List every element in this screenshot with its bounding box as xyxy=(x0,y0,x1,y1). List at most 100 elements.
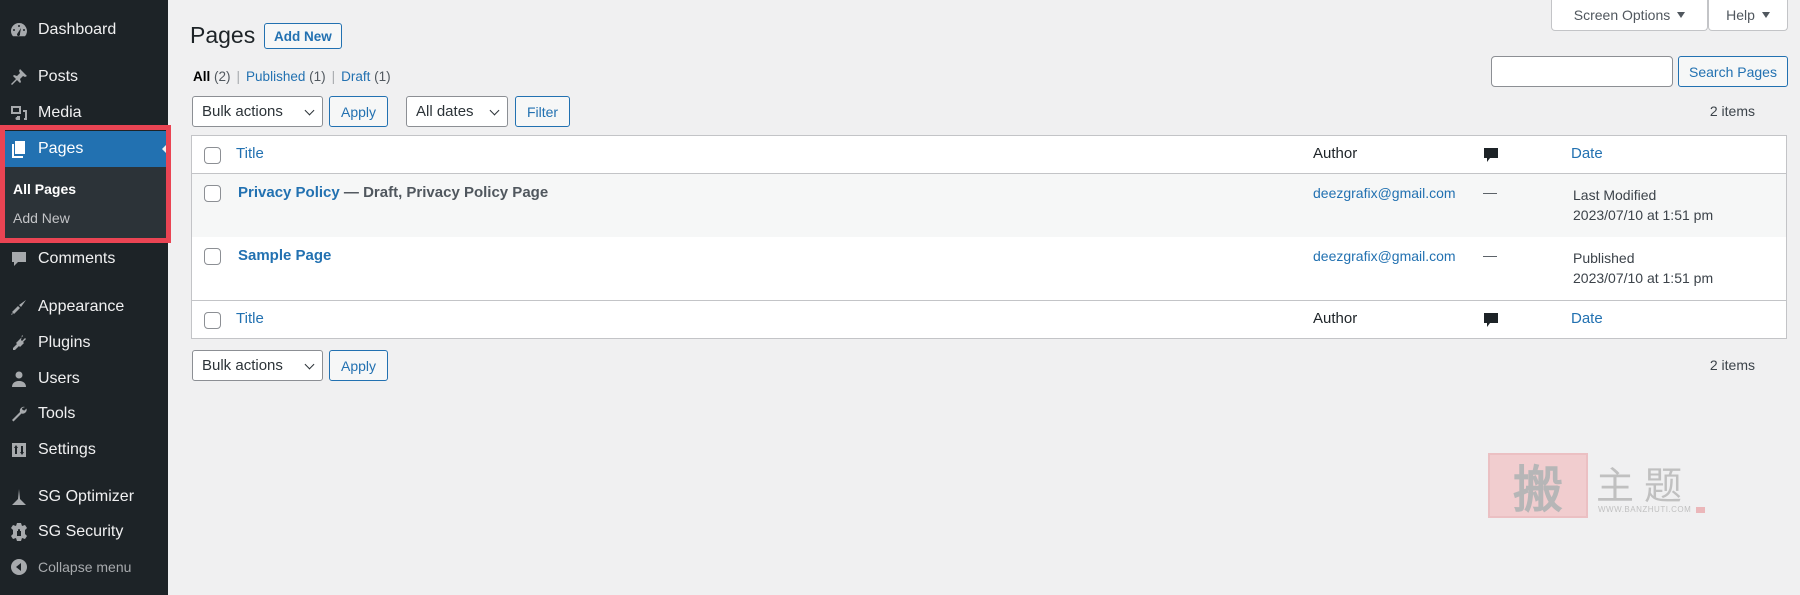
chevron-down-icon xyxy=(489,105,500,116)
items-count-bottom: 2 items xyxy=(1709,357,1755,373)
add-new-button[interactable]: Add New xyxy=(264,23,342,49)
sidebar-item-plugins[interactable]: Plugins xyxy=(0,325,168,361)
sidebar-item-comments[interactable]: Comments xyxy=(0,241,168,277)
bulk-actions-select-top[interactable]: Bulk actions xyxy=(192,96,323,127)
bulk-actions-value: Bulk actions xyxy=(202,357,283,374)
status-filter-links: All (2) | Published (1) | Draft (1) xyxy=(193,69,391,84)
sidebar-item-media[interactable]: Media xyxy=(0,95,168,131)
sidebar-item-label: Pages xyxy=(38,140,84,157)
sidebar-item-label: Posts xyxy=(38,68,79,85)
sidebar-item-label: Appearance xyxy=(38,298,125,315)
sidebar-item-label: Tools xyxy=(38,405,76,422)
sg-optimizer-icon xyxy=(0,487,38,507)
sidebar-item-label: Media xyxy=(38,104,82,121)
dashboard-icon xyxy=(0,20,38,40)
sg-security-icon xyxy=(0,522,38,542)
select-all-checkbox-footer[interactable] xyxy=(204,312,221,329)
comments-count: — xyxy=(1483,184,1497,200)
sidebar-item-dashboard[interactable]: Dashboard xyxy=(0,12,168,48)
comment-bubble-icon xyxy=(1484,313,1498,327)
sidebar-item-label: Comments xyxy=(38,250,116,267)
sidebar-item-users[interactable]: Users xyxy=(0,361,168,397)
column-title-header[interactable]: Title xyxy=(236,145,264,162)
settings-icon xyxy=(0,440,38,460)
brush-icon xyxy=(0,297,38,317)
filter-published-link[interactable]: Published xyxy=(246,69,305,84)
search-pages-button[interactable]: Search Pages xyxy=(1678,56,1788,87)
row-title-link[interactable]: Privacy Policy xyxy=(238,184,340,201)
sidebar-item-label: Plugins xyxy=(38,334,91,351)
date-status: Last Modified xyxy=(1573,187,1657,203)
comments-count: — xyxy=(1483,247,1497,263)
separator: | xyxy=(331,69,336,84)
chevron-down-icon xyxy=(304,105,315,116)
page-title: Pages xyxy=(190,22,256,48)
bulk-actions-select-bottom[interactable]: Bulk actions xyxy=(192,350,323,381)
collapse-icon xyxy=(0,557,38,577)
pin-icon xyxy=(0,67,38,87)
date-value: 2023/07/10 at 1:51 pm xyxy=(1573,207,1714,223)
watermark-dot xyxy=(1696,507,1705,513)
filter-button[interactable]: Filter xyxy=(515,96,570,127)
column-date-footer[interactable]: Date xyxy=(1571,310,1603,327)
wrench-icon xyxy=(0,404,38,424)
items-count-top: 2 items xyxy=(1709,103,1755,119)
sidebar-item-settings[interactable]: Settings xyxy=(0,432,168,468)
filter-all-link[interactable]: All xyxy=(193,69,210,84)
sidebar-item-posts[interactable]: Posts xyxy=(0,59,168,95)
search-input[interactable] xyxy=(1491,56,1673,87)
apply-button-bottom[interactable]: Apply xyxy=(329,350,388,381)
author-link[interactable]: deezgrafix@gmail.com xyxy=(1313,248,1456,264)
triangle-down-icon xyxy=(1761,12,1770,18)
date-filter-select[interactable]: All dates xyxy=(406,96,508,127)
sidebar-item-label: Users xyxy=(38,370,80,387)
current-menu-arrow xyxy=(162,143,168,155)
sidebar-item-sg-optimizer[interactable]: SG Optimizer xyxy=(0,479,168,515)
submenu-all-pages[interactable]: All Pages xyxy=(13,181,76,197)
post-state: — Draft, Privacy Policy Page xyxy=(339,184,549,201)
column-author-footer: Author xyxy=(1313,310,1358,327)
sidebar-item-pages[interactable]: Pages xyxy=(0,131,168,167)
sidebar-item-sg-security[interactable]: SG Security xyxy=(0,514,168,550)
pages-submenu: All Pages Add New xyxy=(0,167,168,239)
pages-icon xyxy=(0,139,38,159)
admin-sidebar: Dashboard Posts Media Pages All Pages Ad… xyxy=(0,0,171,595)
triangle-down-icon xyxy=(1677,12,1686,18)
screen-options-label: Screen Options xyxy=(1573,7,1671,23)
help-label: Help xyxy=(1726,7,1755,23)
pages-table: Title Author Date Privacy Policy — Draft… xyxy=(191,135,1787,339)
watermark-url: WWW.BANZHUTI.COM xyxy=(1598,505,1692,514)
filter-published-count: (1) xyxy=(309,69,326,84)
screen-options-button[interactable]: Screen Options xyxy=(1551,0,1708,31)
filter-draft-count: (1) xyxy=(374,69,391,84)
sidebar-item-appearance[interactable]: Appearance xyxy=(0,289,168,325)
comment-bubble-icon xyxy=(1484,148,1498,162)
plug-icon xyxy=(0,333,38,353)
author-link[interactable]: deezgrafix@gmail.com xyxy=(1313,185,1456,201)
column-author-header: Author xyxy=(1313,145,1358,162)
row-checkbox[interactable] xyxy=(204,185,221,202)
table-row: Sample Page deezgrafix@gmail.com — Publi… xyxy=(192,237,1786,300)
row-title-cell: Privacy Policy — Draft, Privacy Policy P… xyxy=(238,184,548,201)
user-icon xyxy=(0,369,38,389)
help-button[interactable]: Help xyxy=(1708,0,1788,31)
separator: | xyxy=(236,69,241,84)
filter-draft-link[interactable]: Draft xyxy=(341,69,370,84)
submenu-add-new[interactable]: Add New xyxy=(13,210,70,226)
collapse-menu-button[interactable]: Collapse menu xyxy=(0,549,168,585)
sidebar-item-label: Settings xyxy=(38,441,96,458)
apply-button-top[interactable]: Apply xyxy=(329,96,388,127)
filter-all-count: (2) xyxy=(214,69,231,84)
row-checkbox[interactable] xyxy=(204,248,221,265)
bulk-actions-value: Bulk actions xyxy=(202,103,283,120)
column-title-footer[interactable]: Title xyxy=(236,310,264,327)
collapse-menu-label: Collapse menu xyxy=(38,559,132,575)
select-all-checkbox[interactable] xyxy=(204,147,221,164)
column-date-header[interactable]: Date xyxy=(1571,145,1603,162)
sidebar-item-tools[interactable]: Tools xyxy=(0,396,168,432)
watermark: 搬 主题 WWW.BANZHUTI.COM xyxy=(1488,453,1718,519)
chevron-down-icon xyxy=(304,359,315,370)
row-title-link[interactable]: Sample Page xyxy=(238,247,331,264)
row-title-cell: Sample Page xyxy=(238,247,331,264)
date-cell: Last Modified 2023/07/10 at 1:51 pm xyxy=(1573,185,1713,225)
